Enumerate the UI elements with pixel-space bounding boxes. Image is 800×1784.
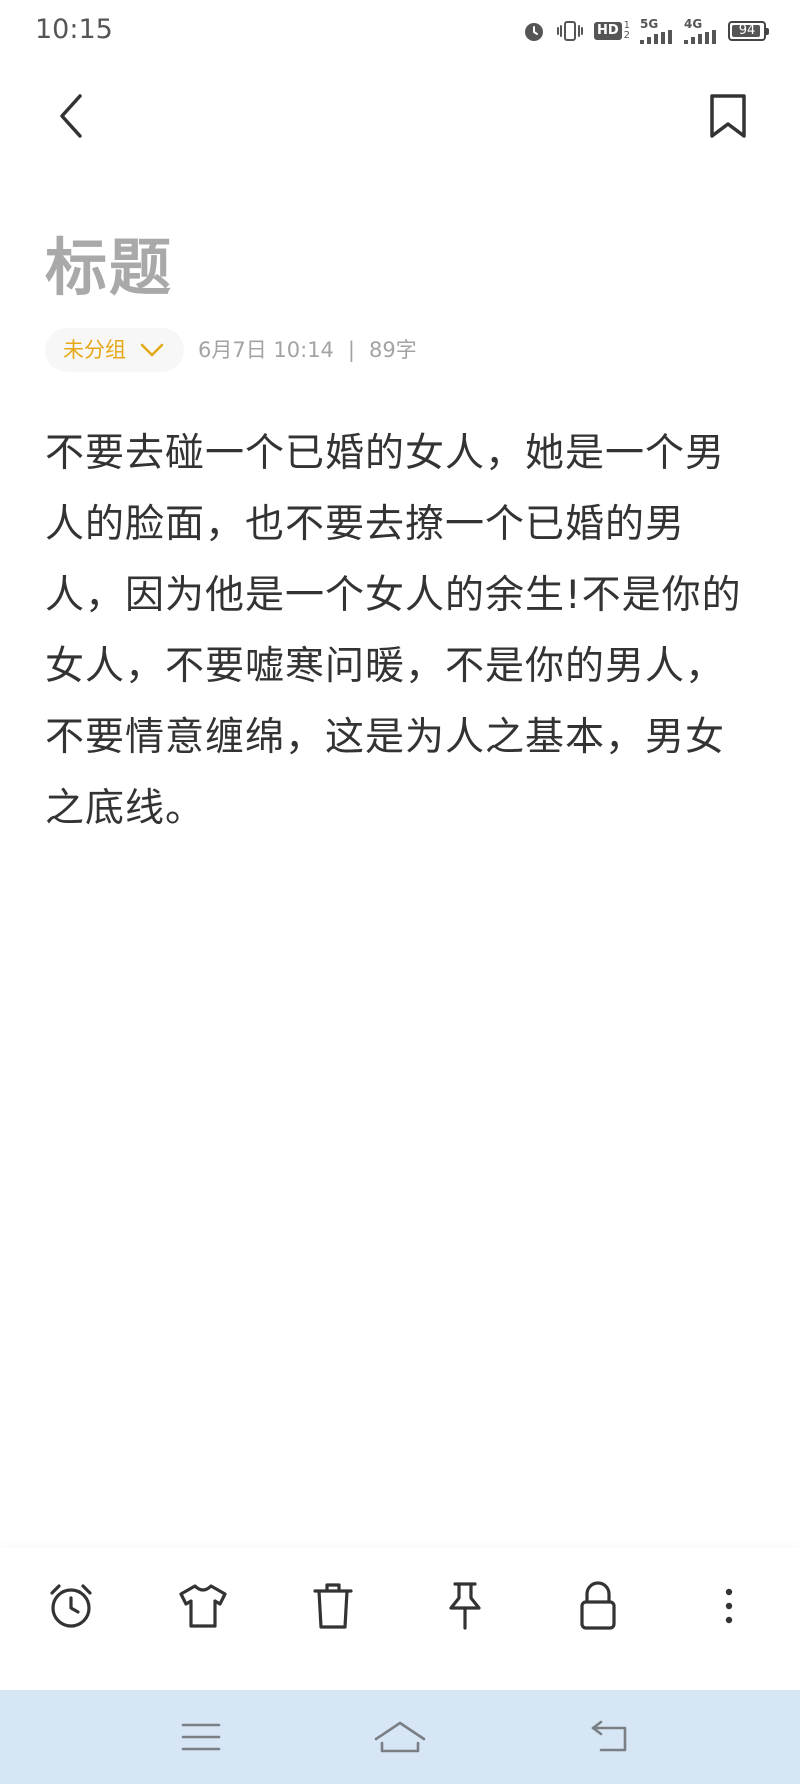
pin-icon xyxy=(449,1582,481,1630)
signal-4g: 4G xyxy=(684,18,718,44)
signal-5g: 5G xyxy=(640,18,674,44)
bottom-toolbar xyxy=(0,1548,800,1690)
lock-button[interactable] xyxy=(570,1578,626,1634)
home-icon xyxy=(374,1721,426,1753)
theme-button[interactable] xyxy=(175,1578,231,1634)
back-icon xyxy=(591,1720,627,1752)
menu-icon xyxy=(181,1723,221,1751)
home-button[interactable] xyxy=(370,1712,430,1762)
recent-apps-button[interactable] xyxy=(171,1712,231,1762)
note-body[interactable]: 不要去碰一个已婚的女人，她是一个男人的脸面，也不要去撩一个已婚的男人，因为他是一… xyxy=(45,418,760,844)
meta-separator: | xyxy=(347,338,355,362)
group-label: 未分组 xyxy=(63,338,126,362)
bookmark-button[interactable] xyxy=(706,90,750,142)
pin-button[interactable] xyxy=(437,1578,493,1634)
signal-bars-icon xyxy=(684,30,716,44)
lock-icon xyxy=(580,1581,616,1630)
battery-icon: 94 xyxy=(728,21,769,41)
vibrate-icon xyxy=(556,21,583,41)
reminder-button[interactable] xyxy=(43,1578,99,1634)
status-bar: 10:15 HD 12 5G 4G 94 xyxy=(0,0,800,62)
hd-label: HD xyxy=(593,22,622,40)
chevron-down-icon xyxy=(140,343,164,357)
net-4g-label: 4G xyxy=(684,17,703,31)
trash-icon xyxy=(313,1583,353,1629)
note-screen: 10:15 HD 12 5G 4G 94 标题 未分组 6月7日 10:14 |… xyxy=(0,0,800,1784)
hd-indicator: HD 12 xyxy=(593,21,630,41)
delete-button[interactable] xyxy=(305,1578,361,1634)
net-5g-label: 5G xyxy=(640,17,659,31)
alarm-clock-icon xyxy=(50,1584,92,1628)
chevron-left-icon xyxy=(60,94,82,138)
more-button[interactable] xyxy=(701,1578,757,1634)
system-nav-bar xyxy=(0,1690,800,1784)
note-date-time: 6月7日 10:14 xyxy=(198,338,334,362)
note-title[interactable]: 标题 xyxy=(45,228,173,308)
signal-bars-icon xyxy=(640,30,672,44)
status-icons: HD 12 5G 4G 94 xyxy=(522,16,769,46)
back-button[interactable] xyxy=(50,90,94,142)
system-back-button[interactable] xyxy=(580,1712,640,1762)
group-selector[interactable]: 未分组 xyxy=(45,328,184,372)
shirt-icon xyxy=(179,1584,227,1628)
more-vertical-icon xyxy=(725,1588,733,1624)
bookmark-icon xyxy=(710,94,746,138)
note-meta: 6月7日 10:14 | 89字 xyxy=(198,328,417,372)
note-char-count: 89字 xyxy=(369,338,417,362)
status-time: 10:15 xyxy=(35,14,113,45)
alarm-status-icon xyxy=(524,23,543,41)
battery-level: 94 xyxy=(738,23,756,38)
